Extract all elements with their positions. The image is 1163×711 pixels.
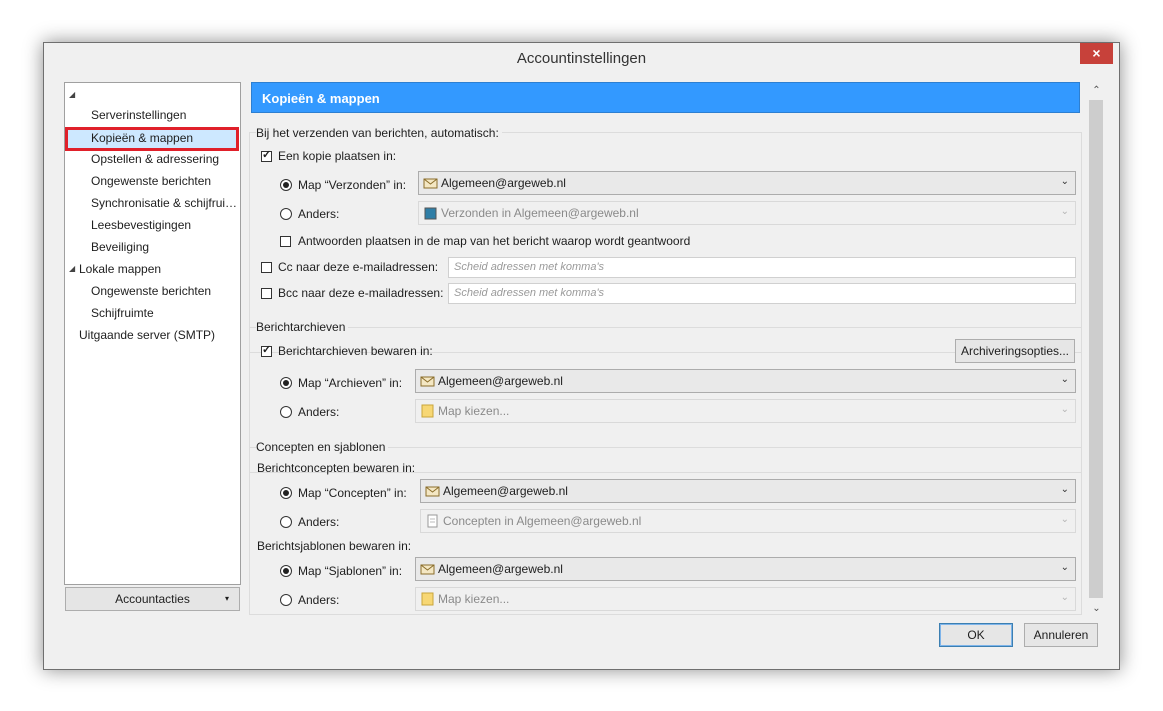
chevron-down-icon: ⌄ [1060,592,1069,603]
mail-account-icon [425,486,440,497]
account-actions-button[interactable]: Accountacties ▾ [65,587,240,611]
templates-other-dropdown[interactable]: Map kiezen... ⌄ [415,587,1076,611]
sent-other-dropdown[interactable]: Verzonden in Algemeen@argeweb.nl ⌄ [418,201,1076,225]
bcc-input[interactable]: Scheid adressen met komma's [448,283,1076,304]
scroll-up-icon[interactable]: ⌃ [1088,82,1105,99]
chevron-down-icon: ⌄ [1060,206,1069,217]
tree-item-smtp[interactable]: Uitgaande server (SMTP) [79,325,215,345]
sent-other-value: Verzonden in Algemeen@argeweb.nl [441,206,639,220]
cancel-button[interactable]: Annuleren [1024,623,1098,647]
tree-item-serverinstellingen[interactable]: Serverinstellingen [91,105,186,125]
sent-other-label: Anders: [298,207,340,221]
tree-item-beveiliging[interactable]: Beveiliging [91,237,149,257]
templates-other-label: Anders: [298,593,340,607]
document-icon [427,514,438,528]
templates-other-value: Map kiezen... [438,592,510,606]
bcc-label: Bcc naar deze e-mailadressen: [278,286,444,300]
folder-icon [421,404,434,418]
chevron-down-icon: ⌄ [1060,176,1069,187]
tree-item-schijfruimte[interactable]: Schijfruimte [91,303,154,323]
expand-triangle-icon[interactable]: ◢ [69,259,75,279]
tree-item-lokale-mappen[interactable]: Lokale mappen [79,259,161,279]
collapse-triangle-icon[interactable]: ◢ [69,85,75,105]
tree-item-lokale-ongewenste[interactable]: Ongewenste berichten [91,281,211,301]
account-settings-dialog: Accountinstellingen × ◢ Serverinstelling… [43,42,1120,670]
settings-panel: Kopieën & mappen Bij het verzenden van b… [249,82,1087,615]
sent-folder-dropdown[interactable]: Algemeen@argeweb.nl ⌄ [418,171,1076,195]
copy-checkbox[interactable] [261,148,272,162]
title-bar: Accountinstellingen × [44,43,1119,74]
templates-other-radio[interactable] [280,594,292,606]
archive-folder-radio[interactable] [280,377,292,389]
sent-folder-radio[interactable] [280,179,292,191]
folder-icon [421,592,434,606]
drafts-other-label: Anders: [298,515,340,529]
drafts-folder-value: Algemeen@argeweb.nl [443,484,568,498]
drafts-label: Berichtconcepten bewaren in: [257,461,416,475]
archive-keep-label: Berichtarchieven bewaren in: [278,344,433,358]
cc-checkbox[interactable] [261,262,272,273]
drafts-folder-radio[interactable] [280,487,292,499]
tree-item-leesbevestigingen[interactable]: Leesbevestigingen [91,215,191,235]
archive-keep-checkbox[interactable] [261,343,272,357]
sent-folder-label: Map “Verzonden” in: [298,178,407,192]
tree-item-opstellen[interactable]: Opstellen & adressering [91,149,219,169]
mail-account-icon [420,376,435,387]
archive-folder-dropdown[interactable]: Algemeen@argeweb.nl ⌄ [415,369,1076,393]
archive-options-button[interactable]: Archiveringsopties... [955,339,1075,363]
account-actions-label: Accountacties [115,592,190,606]
tree-item-synchronisatie[interactable]: Synchronisatie & schijfrui… [91,193,237,213]
scroll-thumb[interactable] [1089,100,1103,598]
page-title: Kopieën & mappen [251,82,1080,113]
templates-label: Berichtsjablonen bewaren in: [257,539,412,553]
archives-group-label: Berichtarchieven [256,320,349,334]
scroll-down-icon[interactable]: ⌄ [1088,600,1105,617]
vertical-scrollbar[interactable]: ⌃ ⌄ [1088,82,1105,617]
archive-other-value: Map kiezen... [438,404,510,418]
drafts-group-label: Concepten en sjablonen [256,440,389,454]
ok-button[interactable]: OK [939,623,1013,647]
templates-folder-dropdown[interactable]: Algemeen@argeweb.nl ⌄ [415,557,1076,581]
mail-account-icon [423,178,438,189]
chevron-down-icon: ⌄ [1060,374,1069,385]
archive-folder-value: Algemeen@argeweb.nl [438,374,563,388]
drafts-other-dropdown[interactable]: Concepten in Algemeen@argeweb.nl ⌄ [420,509,1076,533]
sending-group-label: Bij het verzenden van berichten, automat… [256,126,502,140]
chevron-down-icon: ⌄ [1060,562,1069,573]
drafts-folder-label: Map “Concepten” in: [298,486,407,500]
reply-checkbox[interactable] [280,236,291,247]
archive-folder-label: Map “Archieven” in: [298,376,403,390]
templates-folder-radio[interactable] [280,565,292,577]
close-button[interactable]: × [1080,43,1113,64]
chevron-down-icon: ⌄ [1060,484,1069,495]
chevron-down-icon: ⌄ [1060,404,1069,415]
dropdown-arrow-icon: ▾ [224,594,229,603]
bcc-checkbox[interactable] [261,288,272,299]
templates-folder-value: Algemeen@argeweb.nl [438,562,563,576]
sent-other-radio[interactable] [280,208,292,220]
archive-other-dropdown[interactable]: Map kiezen... ⌄ [415,399,1076,423]
account-tree[interactable]: ◢ Serverinstellingen Kopieën & mappen Op… [64,82,241,585]
chevron-down-icon: ⌄ [1060,514,1069,525]
archive-other-label: Anders: [298,405,340,419]
cc-label: Cc naar deze e-mailadressen: [278,260,439,274]
drafts-other-value: Concepten in Algemeen@argeweb.nl [443,514,642,528]
drafts-other-radio[interactable] [280,516,292,528]
archive-other-radio[interactable] [280,406,292,418]
templates-folder-label: Map “Sjablonen” in: [298,564,403,578]
drafts-folder-dropdown[interactable]: Algemeen@argeweb.nl ⌄ [420,479,1076,503]
copy-label: Een kopie plaatsen in: [278,149,397,163]
tree-item-kopieen-mappen[interactable]: Kopieën & mappen [91,128,193,148]
reply-label: Antwoorden plaatsen in de map van het be… [298,234,691,248]
sent-folder-value: Algemeen@argeweb.nl [441,176,566,190]
window-title: Accountinstellingen [516,50,647,67]
mail-account-icon [420,564,435,575]
folder-icon [424,207,437,220]
cc-input[interactable]: Scheid adressen met komma's [448,257,1076,278]
tree-item-ongewenste[interactable]: Ongewenste berichten [91,171,211,191]
